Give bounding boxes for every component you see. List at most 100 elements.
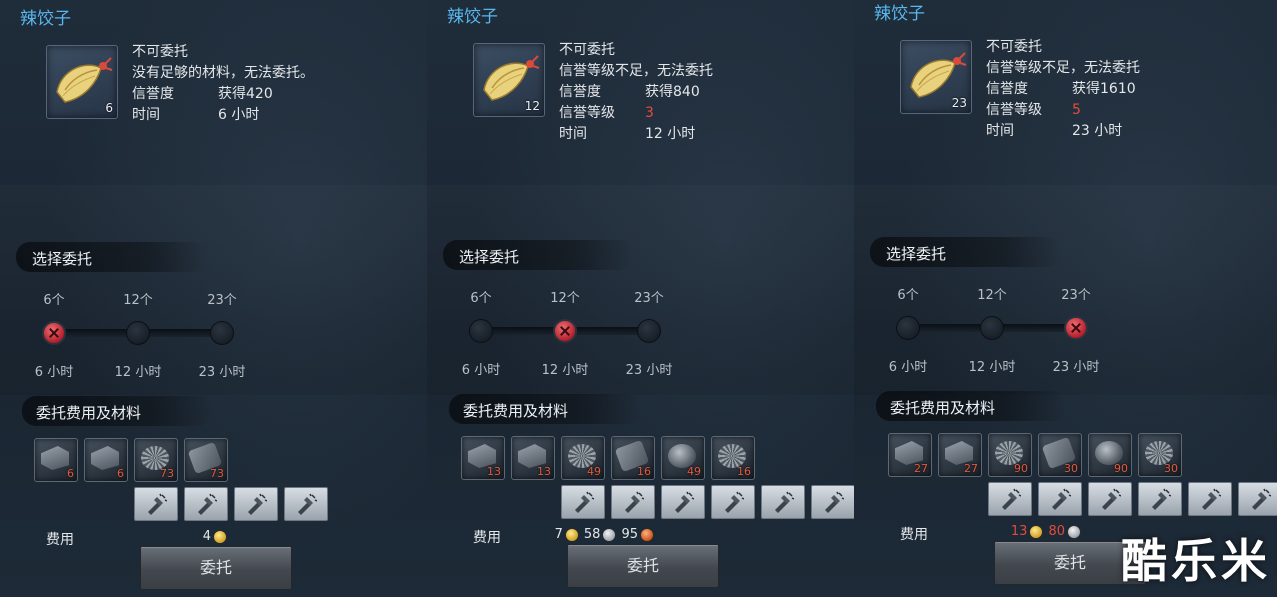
option-node-selected[interactable] [553,319,577,343]
material-count: 49 [587,465,601,478]
material-slot[interactable]: 49 [661,436,705,480]
item-count: 12 [524,99,540,113]
tool-slot[interactable] [1188,482,1232,516]
material-slot[interactable]: 6 [34,438,78,482]
status-description: 信誉等级不足，无法委托 [559,63,713,79]
gold-coin-icon [1029,524,1044,539]
material-count: 6 [67,467,74,480]
commission-panel: 辣饺子 23 不可委托 信誉等级不足，无法委托 信誉度 获得1610 信誉等级 5 时间 23 小… [854,0,1277,597]
status-title: 不可委托 [559,42,615,58]
option-count: 23个 [207,293,237,308]
fee-value: 7 [554,527,563,542]
status-description: 信誉等级不足，无法委托 [986,60,1140,76]
tool-slot[interactable] [184,487,228,521]
item-slot[interactable]: 12 [473,43,545,117]
material-slot[interactable]: 6 [84,438,128,482]
select-commission-label: 选择委托 [886,245,947,263]
item-slot[interactable]: 6 [46,45,118,119]
info-row: 信誉等级 5 [986,100,1140,121]
material-slot[interactable]: 13 [511,436,555,480]
material-count: 30 [1164,462,1178,475]
info-key: 信誉度 [132,86,174,102]
tool-slot[interactable] [711,485,755,519]
item-slot[interactable]: 23 [900,40,972,114]
material-slot[interactable]: 27 [888,433,932,477]
copper-coin-icon [640,527,654,542]
commission-button[interactable]: 委托 [140,546,292,590]
select-commission-label: 选择委托 [32,250,93,268]
material-slot[interactable]: 30 [1138,433,1182,477]
info-row: 时间 23 小时 [986,121,1140,142]
option-time: 12 小时 [968,360,1016,375]
tool-slot[interactable] [1138,482,1182,516]
material-count: 90 [1014,462,1028,475]
info-key: 信誉等级 [559,105,615,121]
tool-slot[interactable] [561,485,605,519]
option-node[interactable] [126,321,150,345]
material-slot[interactable]: 73 [134,438,178,482]
material-count: 73 [160,467,174,480]
option-time: 12 小时 [114,365,162,380]
info-row: 时间 12 小时 [559,124,713,145]
option-node-selected[interactable] [1064,316,1088,340]
fee-value: 4 [202,529,211,544]
material-slot[interactable]: 16 [611,436,655,480]
tool-slot[interactable] [1238,482,1277,516]
material-count: 13 [537,465,551,478]
option-count: 6个 [470,291,492,306]
fee-value: 80 [1048,524,1065,539]
materials-label: 委托费用及材料 [890,399,996,417]
item-info: 不可委托 信誉等级不足，无法委托 信誉度 获得1610 信誉等级 5 时间 23 小时 [986,37,1140,142]
material-icon [91,446,119,470]
material-slot[interactable]: 49 [561,436,605,480]
info-value: 5 [1072,102,1081,118]
info-value: 3 [645,105,654,121]
tool-slot[interactable] [1088,482,1132,516]
status-title: 不可委托 [986,39,1042,55]
material-slot[interactable]: 16 [711,436,755,480]
tool-slot[interactable] [234,487,278,521]
info-key: 时间 [132,107,160,123]
tool-slot[interactable] [1038,482,1082,516]
option-node[interactable] [637,319,661,343]
tool-slot[interactable] [661,485,705,519]
tool-slot[interactable] [761,485,805,519]
material-slot[interactable]: 90 [1088,433,1132,477]
option-time: 6 小时 [34,365,74,380]
material-slot[interactable]: 27 [938,433,982,477]
option-node[interactable] [896,316,920,340]
material-count: 73 [210,467,224,480]
item-title: 辣饺子 [20,9,71,29]
option-time: 23 小时 [1052,360,1100,375]
tool-slot[interactable] [134,487,178,521]
tool-slot[interactable] [811,485,854,519]
option-node-selected[interactable] [42,321,66,345]
status-description: 没有足够的材料，无法委托。 [132,65,314,81]
tool-slot[interactable] [284,487,328,521]
info-row: 信誉等级 3 [559,103,713,124]
status-title: 不可委托 [132,44,188,60]
option-node[interactable] [469,319,493,343]
silver-coin-icon [602,527,617,542]
info-value: 23 小时 [1072,123,1123,139]
tool-slot[interactable] [988,482,1032,516]
material-icon [41,446,69,470]
option-node[interactable] [980,316,1004,340]
option-count: 23个 [634,291,664,306]
item-count: 6 [105,101,113,115]
fee-amounts: 4 [120,529,230,544]
material-slot[interactable]: 73 [184,438,228,482]
material-slot[interactable]: 30 [1038,433,1082,477]
tool-slot[interactable] [611,485,655,519]
option-node[interactable] [210,321,234,345]
commission-button[interactable]: 委托 [567,544,719,588]
option-time: 12 小时 [541,363,589,378]
material-slot[interactable]: 90 [988,433,1032,477]
commission-panel: 辣饺子 12 不可委托 信誉等级不足，无法委托 信誉度 获得840 信誉等级 3 时间 12 小时… [427,0,855,597]
material-count: 27 [964,462,978,475]
info-value: 12 小时 [645,126,696,142]
material-count: 27 [914,462,928,475]
material-slot[interactable]: 13 [461,436,505,480]
commission-panel: 辣饺子 6 不可委托 没有足够的材料，无法委托。 信誉度 获得420 时间 6 小时 选择委托 6… [0,0,428,597]
option-time: 23 小时 [625,363,673,378]
